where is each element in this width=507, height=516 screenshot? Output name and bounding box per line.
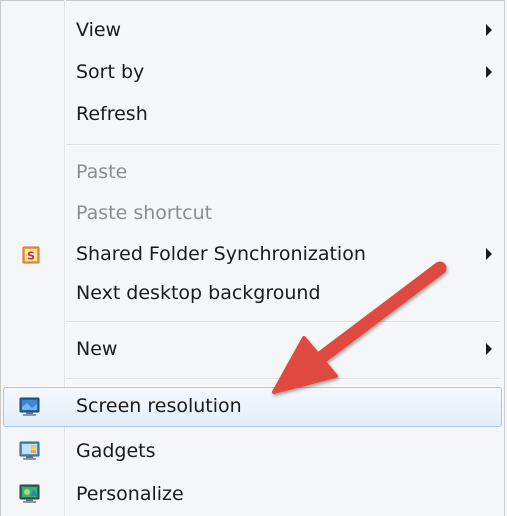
menu-item-label: View (76, 19, 122, 41)
menu-item-personalize[interactable]: Personalize (3, 475, 502, 515)
menu-item-screen-resolution[interactable]: Screen resolution (3, 387, 502, 427)
menu-item-label: Shared Folder Synchronization (76, 243, 366, 265)
submenu-arrow-icon (486, 24, 492, 36)
menu-item-label: Screen resolution (76, 395, 242, 417)
menu-item-shared-folder-synchronization[interactable]: S Shared Folder Synchronization (3, 235, 502, 275)
monitor-icon (18, 396, 40, 418)
submenu-arrow-icon (486, 343, 492, 355)
menu-separator (66, 378, 499, 380)
menu-item-paste-shortcut: Paste shortcut (3, 194, 502, 234)
menu-separator (66, 144, 499, 146)
menu-item-label: Paste (76, 161, 128, 183)
submenu-arrow-icon (486, 66, 492, 78)
menu-item-new[interactable]: New (3, 330, 502, 370)
menu-item-view[interactable]: View (3, 11, 502, 51)
menu-item-label: New (76, 338, 118, 360)
submenu-arrow-icon (486, 248, 492, 260)
menu-item-gadgets[interactable]: Gadgets (3, 432, 502, 472)
menu-separator (66, 321, 499, 323)
menu-item-label: Sort by (76, 61, 145, 83)
menu-item-label: Next desktop background (76, 282, 321, 304)
menu-item-label: Refresh (76, 103, 148, 125)
menu-item-next-desktop-background[interactable]: Next desktop background (3, 274, 502, 314)
menu-top-border (0, 0, 505, 1)
svg-text:S: S (27, 250, 35, 263)
gadgets-icon (18, 440, 40, 462)
menu-item-label: Personalize (76, 483, 184, 505)
shared-folder-sync-icon: S (20, 244, 42, 266)
personalize-icon (18, 483, 40, 505)
menu-item-sort-by[interactable]: Sort by (3, 53, 502, 93)
menu-item-label: Paste shortcut (76, 202, 213, 224)
menu-item-refresh[interactable]: Refresh (3, 95, 502, 135)
menu-item-paste: Paste (3, 153, 502, 193)
desktop-context-menu: View Sort by Refresh Paste Paste shortcu… (0, 0, 507, 516)
menu-item-label: Gadgets (76, 440, 156, 462)
